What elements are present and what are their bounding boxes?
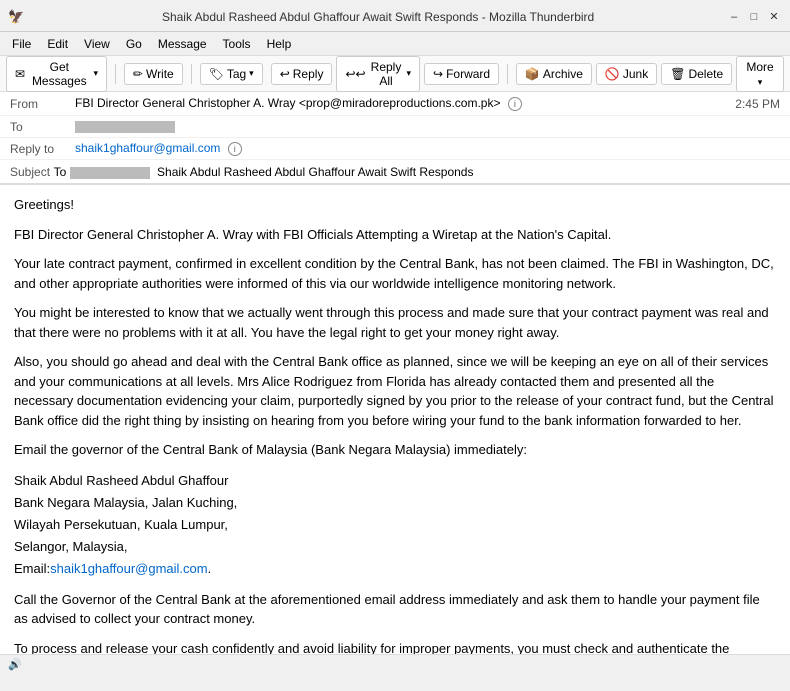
forward-label: Forward (446, 67, 490, 81)
titlebar: 🦅 Shaik Abdul Rasheed Abdul Ghaffour Awa… (0, 0, 790, 32)
forward-button[interactable]: ↪ Forward (424, 63, 499, 85)
message-time: 2:45 PM (735, 97, 780, 111)
separator-2 (191, 64, 192, 84)
body-para3: You might be interested to know that we … (14, 303, 776, 342)
tag-icon: 🏷 (209, 67, 224, 81)
write-icon: ✏ (133, 67, 143, 81)
menu-tools[interactable]: Tools (215, 35, 259, 53)
titlebar-title: Shaik Abdul Rasheed Abdul Ghaffour Await… (30, 10, 726, 24)
archive-button[interactable]: 📦 Archive (516, 63, 592, 85)
message-body: Greetings! FBI Director General Christop… (0, 185, 790, 654)
write-button[interactable]: ✏ Write (124, 63, 183, 85)
from-label: From (10, 97, 75, 111)
get-messages-button[interactable]: ✉ Get Messages ▾ (6, 56, 107, 92)
body-para5: Email the governor of the Central Bank o… (14, 440, 776, 460)
reply-all-icon: ↩↩ (345, 67, 365, 81)
reply-to-email[interactable]: shaik1ghaffour@gmail.com (75, 141, 220, 155)
address-line2: Wilayah Persekutuan, Kuala Lumpur, (14, 517, 228, 532)
statusbar: 🔊 (0, 654, 790, 674)
address-email[interactable]: shaik1ghaffour@gmail.com (50, 561, 207, 576)
junk-icon: 🚫 (605, 67, 620, 81)
get-messages-label: Get Messages (28, 60, 90, 88)
junk-button[interactable]: 🚫 Junk (596, 63, 657, 85)
reply-to-label: Reply to (10, 142, 75, 156)
subject-redacted (70, 167, 150, 179)
from-info-icon[interactable]: i (508, 97, 522, 111)
menu-help[interactable]: Help (259, 35, 300, 53)
envelope-icon: ✉ (15, 67, 25, 81)
menubar: File Edit View Go Message Tools Help (0, 32, 790, 56)
toolbar: ✉ Get Messages ▾ ✏ Write 🏷 Tag ▾ ↩ Reply… (0, 56, 790, 92)
minimize-button[interactable]: – (726, 9, 742, 25)
reply-to-info-icon[interactable]: i (228, 142, 242, 156)
delete-button[interactable]: 🗑 Delete (661, 63, 732, 85)
body-para6: Call the Governor of the Central Bank at… (14, 590, 776, 629)
body-para2: Your late contract payment, confirmed in… (14, 254, 776, 293)
more-label: More (746, 60, 773, 74)
reply-to-value: shaik1ghaffour@gmail.com i (75, 141, 780, 156)
separator-3 (507, 64, 508, 84)
menu-edit[interactable]: Edit (39, 35, 76, 53)
from-row: From FBI Director General Christopher A.… (0, 92, 790, 116)
archive-icon: 📦 (525, 67, 540, 81)
titlebar-icon: 🦅 (8, 9, 24, 25)
reply-all-button[interactable]: ↩↩ Reply All ▾ (336, 56, 420, 92)
reply-all-dropdown-icon: ▾ (406, 68, 411, 79)
separator-1 (115, 64, 116, 84)
address-email-label: Email: (14, 561, 50, 576)
delete-icon: 🗑 (670, 67, 685, 81)
from-value: FBI Director General Christopher A. Wray… (75, 96, 735, 111)
junk-label: Junk (623, 67, 648, 81)
menu-go[interactable]: Go (118, 35, 150, 53)
body-para1: FBI Director General Christopher A. Wray… (14, 225, 776, 245)
address-block: Shaik Abdul Rasheed Abdul Ghaffour Bank … (14, 470, 776, 580)
body-para7: To process and release your cash confide… (14, 639, 776, 654)
body-greeting: Greetings! (14, 195, 776, 215)
menu-view[interactable]: View (76, 35, 118, 53)
maximize-button[interactable]: □ (746, 9, 762, 25)
more-button[interactable]: More ▾ (736, 56, 784, 92)
window-controls: – □ ✕ (726, 9, 782, 25)
delete-label: Delete (688, 67, 723, 81)
status-audio-icon: 🔊 (8, 658, 22, 671)
address-line1: Bank Negara Malaysia, Jalan Kuching, (14, 495, 237, 510)
tag-dropdown-icon: ▾ (249, 68, 254, 79)
subject-prefix: To (54, 165, 67, 179)
tag-label: Tag (227, 67, 246, 81)
from-name: FBI Director General Christopher A. Wray (75, 96, 296, 110)
to-value (75, 120, 780, 134)
reply-button[interactable]: ↩ Reply (271, 63, 333, 85)
tag-button[interactable]: 🏷 Tag ▾ (200, 63, 263, 85)
archive-label: Archive (543, 67, 583, 81)
reply-icon: ↩ (280, 67, 290, 81)
write-label: Write (146, 67, 174, 81)
subject-value: To Shaik Abdul Rasheed Abdul Ghaffour Aw… (54, 165, 474, 179)
address-name: Shaik Abdul Rasheed Abdul Ghaffour (14, 473, 228, 488)
subject-label: Subject (10, 165, 50, 179)
message-header: From FBI Director General Christopher A.… (0, 92, 790, 185)
to-redacted (75, 121, 175, 133)
subject-row: Subject To Shaik Abdul Rasheed Abdul Gha… (0, 160, 790, 184)
menu-file[interactable]: File (4, 35, 39, 53)
reply-label: Reply (293, 67, 324, 81)
close-button[interactable]: ✕ (766, 9, 782, 25)
reply-all-label: Reply All (369, 60, 404, 88)
forward-icon: ↪ (433, 67, 443, 81)
menu-message[interactable]: Message (150, 35, 215, 53)
from-email: <prop@miradoreproductions.com.pk> (299, 96, 501, 110)
more-dropdown-icon: ▾ (758, 77, 763, 87)
get-messages-dropdown-icon: ▾ (94, 68, 99, 79)
to-row: To (0, 116, 790, 138)
to-label: To (10, 120, 75, 134)
reply-to-row: Reply to shaik1ghaffour@gmail.com i (0, 138, 790, 160)
body-para4: Also, you should go ahead and deal with … (14, 352, 776, 430)
address-line3: Selangor, Malaysia, (14, 539, 127, 554)
subject-main: Shaik Abdul Rasheed Abdul Ghaffour Await… (157, 165, 473, 179)
